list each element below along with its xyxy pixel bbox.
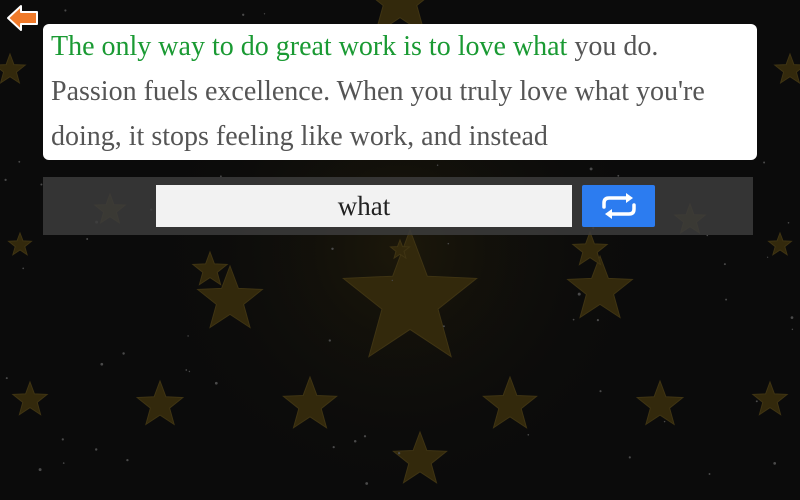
star-dot — [263, 13, 266, 15]
star-dot — [663, 420, 666, 423]
star-dot — [353, 439, 357, 443]
star-dot — [577, 292, 581, 296]
star-dot — [397, 451, 401, 455]
star-dot — [773, 462, 777, 465]
star-dot — [328, 339, 331, 342]
star-dot — [18, 160, 21, 163]
star-dot — [527, 433, 530, 436]
star-dot — [447, 242, 450, 245]
star-dot — [436, 164, 439, 166]
star-dot — [100, 362, 104, 366]
star-dot — [242, 13, 245, 16]
passage-text: The only way to do great work is to love… — [51, 24, 749, 159]
star-dot — [391, 279, 393, 282]
star-dot — [589, 167, 593, 171]
star-dot — [791, 328, 794, 331]
star-dot — [790, 316, 794, 319]
star-dot — [628, 456, 631, 459]
star-dot — [86, 238, 89, 240]
star-dot — [331, 247, 334, 251]
star-dot — [332, 445, 335, 449]
star-dot — [61, 438, 64, 441]
star-dot — [95, 448, 98, 451]
star-dot — [38, 468, 42, 472]
star-dot — [755, 400, 758, 403]
star-dot — [188, 370, 191, 373]
star-dot — [4, 178, 7, 182]
star-dot — [787, 221, 790, 224]
star-dot — [5, 377, 8, 380]
star-dot — [365, 482, 369, 485]
star-dot — [763, 161, 766, 164]
star-dot — [64, 9, 67, 12]
restart-button[interactable] — [582, 185, 655, 227]
input-bar — [43, 177, 753, 235]
star-dot — [766, 256, 769, 258]
star-dot — [599, 390, 602, 393]
star-dot — [122, 352, 125, 355]
star-dot — [442, 325, 445, 328]
star-dot — [187, 335, 189, 337]
typing-input[interactable] — [156, 185, 572, 227]
passage-box: The only way to do great work is to love… — [43, 24, 757, 160]
star-dot — [126, 458, 129, 462]
star-dot — [723, 263, 726, 266]
star-dot — [62, 462, 65, 464]
star-dot — [22, 267, 25, 270]
star-dot — [185, 369, 188, 371]
back-button[interactable] — [6, 4, 40, 32]
repeat-icon — [601, 193, 636, 219]
star-dot — [708, 473, 711, 475]
star-dot — [725, 298, 728, 301]
star-dot — [572, 318, 575, 321]
arrow-left-icon — [7, 5, 38, 31]
star-dot — [363, 435, 367, 438]
star-dot — [596, 319, 600, 322]
star-dot — [214, 381, 218, 385]
typed-text: The only way to do great work is to love… — [51, 31, 568, 62]
